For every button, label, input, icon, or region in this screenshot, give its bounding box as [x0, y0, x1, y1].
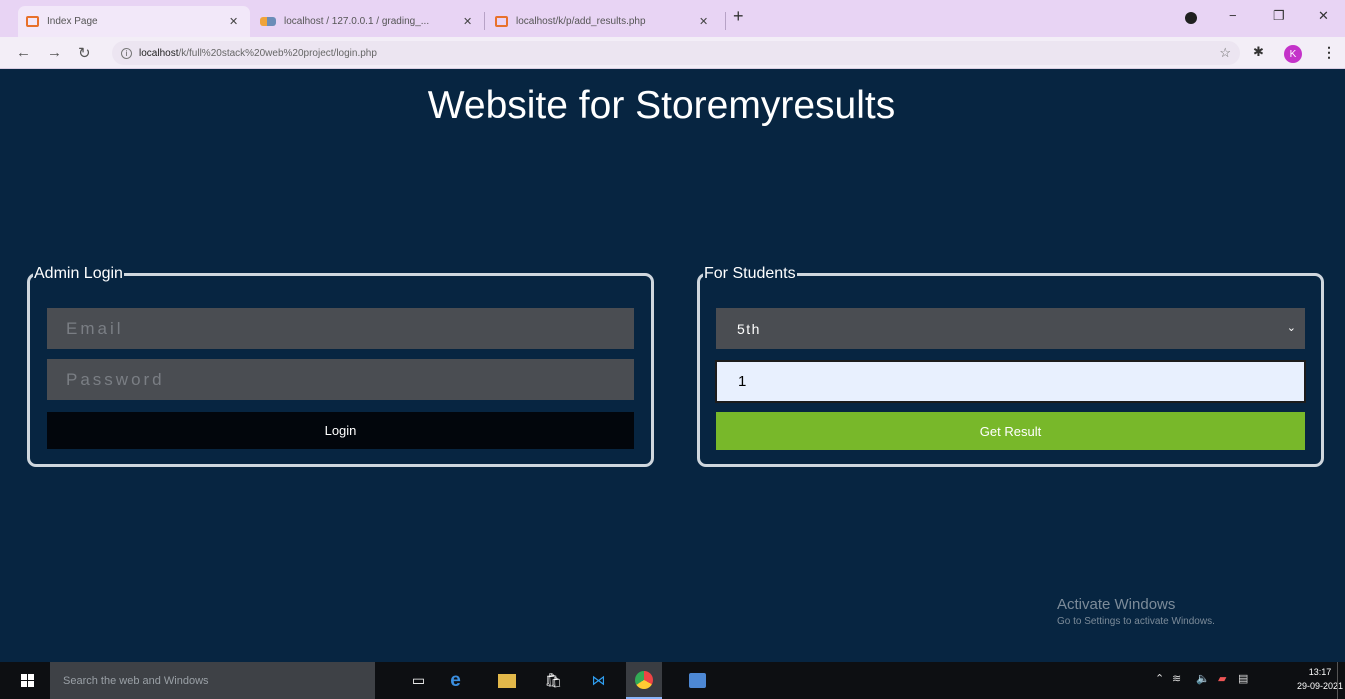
phpmyadmin-favicon-icon	[260, 17, 276, 26]
new-tab-icon[interactable]: +	[733, 6, 744, 27]
tab-phpmyadmin[interactable]: localhost / 127.0.0.1 / grading_... ✕	[256, 6, 478, 37]
show-desktop-button[interactable]	[1337, 662, 1338, 699]
tab-title: localhost / 127.0.0.1 / grading_...	[284, 16, 430, 27]
photos-app-icon[interactable]	[689, 673, 706, 688]
minimize-icon[interactable]: −	[1229, 8, 1237, 23]
tab-add-results[interactable]: localhost/k/p/add_results.php ✕	[491, 6, 723, 37]
extensions-puzzle-icon[interactable]: ✱	[1253, 44, 1264, 60]
site-info-icon[interactable]: i	[121, 47, 132, 59]
tab-title: localhost/k/p/add_results.php	[516, 16, 646, 27]
profile-avatar[interactable]: K	[1284, 45, 1302, 63]
windows-taskbar: Search the web and Windows ▭ e 🛍 ⋈ ⌃ ≋ 🔈…	[0, 662, 1345, 699]
file-explorer-icon[interactable]	[498, 674, 516, 688]
battery-icon[interactable]: ▰	[1218, 672, 1226, 685]
reload-icon[interactable]: ↻	[78, 44, 91, 62]
students-legend: For Students	[704, 265, 796, 282]
bookmark-star-icon[interactable]: ☆	[1219, 45, 1231, 61]
tab-title: Index Page	[47, 16, 98, 27]
browser-toolbar: ← → ↻ i localhost/k/full%20stack%20web%2…	[0, 37, 1345, 69]
url-path: /k/full%20stack%20web%20project/login.ph…	[178, 47, 377, 59]
back-arrow-icon[interactable]: ←	[16, 44, 31, 61]
close-window-icon[interactable]: ✕	[1318, 8, 1329, 24]
close-tab-icon[interactable]: ✕	[229, 15, 238, 28]
page-title: Website for Storemyresults	[427, 84, 896, 127]
tab-divider	[484, 12, 485, 30]
email-field[interactable]	[47, 308, 634, 349]
admin-login-panel: Admin Login Login	[27, 265, 654, 467]
activate-windows-watermark: Activate Windows Go to Settings to activ…	[1057, 596, 1215, 627]
close-tab-icon[interactable]: ✕	[699, 15, 708, 28]
class-selected-value: 5th	[737, 320, 761, 337]
class-select[interactable]: 5th ⌄	[716, 308, 1305, 349]
url-host: localhost	[139, 47, 179, 59]
roll-number-input[interactable]	[715, 360, 1306, 403]
maximize-icon[interactable]: ❐	[1273, 8, 1285, 24]
browser-menu-icon[interactable]: ⋮	[1322, 44, 1336, 61]
action-center-icon[interactable]: ▤	[1238, 672, 1248, 685]
store-icon[interactable]: 🛍	[544, 671, 563, 690]
vscode-icon[interactable]: ⋈	[589, 671, 608, 690]
chrome-icon[interactable]	[626, 662, 662, 699]
tab-divider	[725, 12, 726, 30]
get-result-button[interactable]: Get Result	[716, 412, 1305, 450]
close-tab-icon[interactable]: ✕	[463, 15, 472, 28]
page-favicon-icon	[495, 16, 508, 27]
address-bar[interactable]: i localhost/k/full%20stack%20web%20proje…	[112, 41, 1240, 65]
volume-icon[interactable]: 🔈	[1196, 672, 1210, 685]
password-field[interactable]	[47, 359, 634, 400]
windows-start-icon[interactable]	[21, 674, 35, 687]
network-icon[interactable]: ≋	[1172, 672, 1181, 685]
profile-indicator-icon[interactable]	[1185, 12, 1197, 24]
taskbar-search-box[interactable]: Search the web and Windows	[50, 662, 375, 699]
browser-tab-bar: Index Page ✕ localhost / 127.0.0.1 / gra…	[0, 0, 1345, 37]
watermark-title: Activate Windows	[1057, 596, 1176, 613]
task-view-icon[interactable]: ▭	[409, 671, 428, 690]
admin-login-legend: Admin Login	[34, 265, 123, 282]
forward-arrow-icon[interactable]: →	[47, 44, 62, 61]
login-button[interactable]: Login	[47, 412, 634, 449]
tab-index-page[interactable]: Index Page ✕	[18, 6, 250, 37]
edge-browser-icon[interactable]: e	[446, 670, 465, 691]
page-favicon-icon	[26, 16, 39, 27]
show-hidden-icons-icon[interactable]: ⌃	[1155, 672, 1164, 685]
student-result-panel: For Students 5th ⌄ Get Result	[697, 265, 1324, 467]
chevron-down-icon: ⌄	[1286, 322, 1296, 334]
watermark-subtitle: Go to Settings to activate Windows.	[1057, 616, 1215, 627]
